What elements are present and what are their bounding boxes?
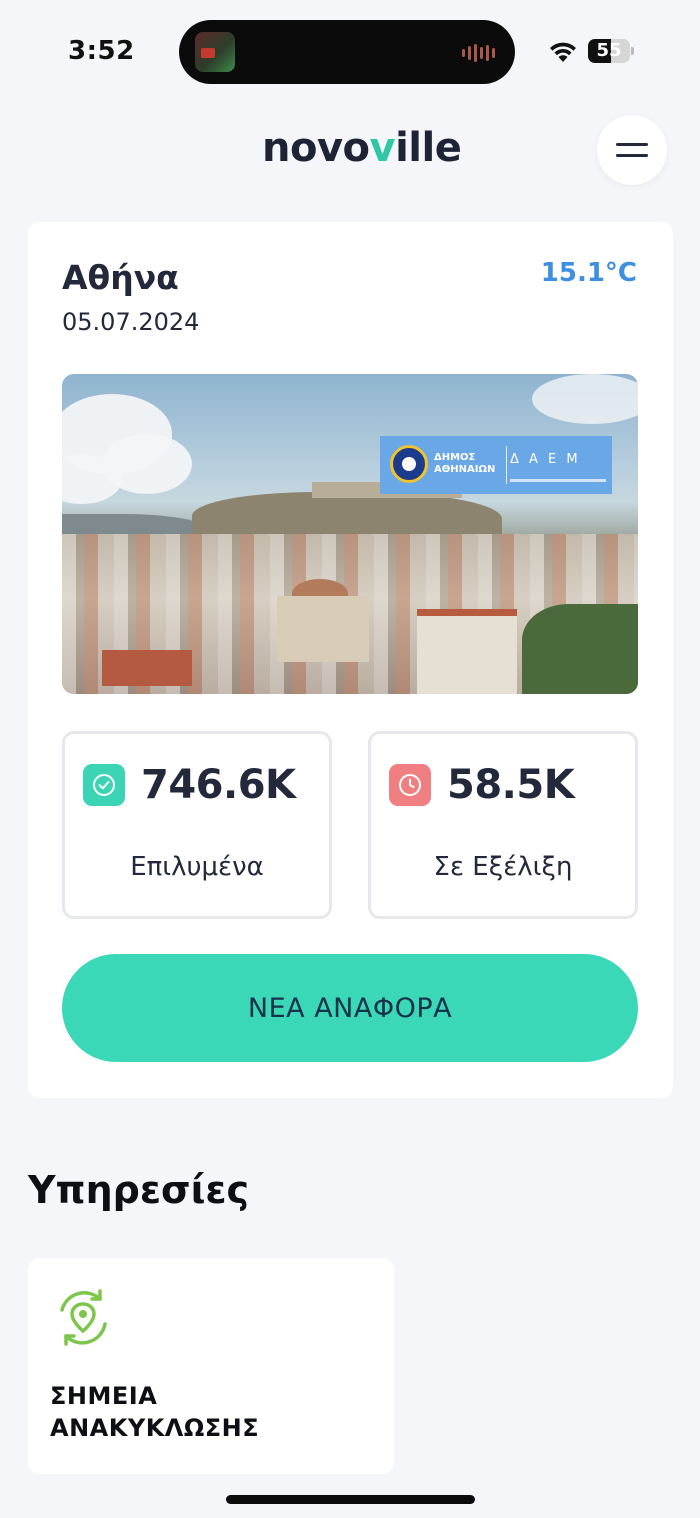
city-card: Αθήνα 05.07.2024 15.1°C ΔΗΜΟΣ ΑΘΗΝΑΙΩΝ Δ … bbox=[28, 222, 673, 1098]
city-name: Αθήνα bbox=[62, 258, 179, 297]
dynamic-island[interactable] bbox=[179, 20, 515, 84]
clock-icon bbox=[389, 764, 431, 806]
municipality-banner: ΔΗΜΟΣ ΑΘΗΝΑΙΩΝ Δ Α Ε Μ bbox=[380, 436, 612, 494]
temperature: 15.1°C bbox=[540, 258, 637, 288]
audio-waveform-icon bbox=[462, 44, 495, 62]
now-playing-thumbnail bbox=[195, 32, 235, 72]
novoville-logo[interactable]: novoville bbox=[262, 125, 462, 171]
service-label: ΣΗΜΕΙΑ ΑΝΑΚΥΚΛΩΣΗΣ bbox=[50, 1382, 260, 1442]
battery-icon: 55 bbox=[588, 39, 634, 63]
wifi-icon bbox=[550, 42, 576, 62]
new-report-button[interactable]: ΝΕΑ ΑΝΑΦΟΡΑ bbox=[62, 954, 638, 1062]
check-circle-icon bbox=[83, 764, 125, 806]
recycle-location-icon bbox=[60, 1289, 107, 1346]
service-card-recycling-points[interactable]: ΣΗΜΕΙΑ ΑΝΑΚΥΚΛΩΣΗΣ bbox=[28, 1258, 394, 1474]
city-photo: ΔΗΜΟΣ ΑΘΗΝΑΙΩΝ Δ Α Ε Μ bbox=[62, 374, 638, 694]
city-date: 05.07.2024 bbox=[62, 308, 200, 336]
status-bar: 3:52 55 bbox=[0, 0, 700, 105]
in-progress-label: Σε Εξέλιξη bbox=[433, 852, 573, 882]
battery-level: 55 bbox=[596, 40, 622, 61]
resolved-label: Επιλυμένα bbox=[130, 852, 264, 882]
home-indicator[interactable] bbox=[226, 1495, 475, 1504]
services-title: Υπηρεσίες bbox=[28, 1168, 250, 1212]
status-time: 3:52 bbox=[68, 36, 135, 66]
in-progress-count: 58.5K bbox=[447, 762, 575, 808]
resolved-stat-card[interactable]: 746.6K Επιλυμένα bbox=[62, 731, 332, 919]
hamburger-menu-icon bbox=[616, 143, 648, 146]
app-header: novoville bbox=[0, 105, 700, 205]
hamburger-menu-button[interactable] bbox=[597, 115, 667, 185]
in-progress-stat-card[interactable]: 58.5K Σε Εξέλιξη bbox=[368, 731, 638, 919]
municipality-seal-icon bbox=[390, 445, 428, 483]
daem-logo: Δ Α Ε Μ bbox=[510, 452, 581, 467]
resolved-count: 746.6K bbox=[141, 762, 296, 808]
